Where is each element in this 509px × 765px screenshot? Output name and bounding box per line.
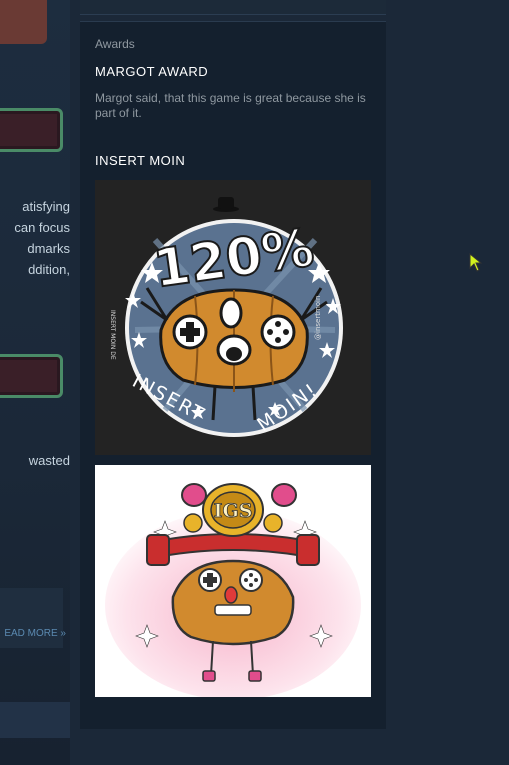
insert-moin-badge-image[interactable]: 120% INSERT MOIN! INSERT MOIN DE @insert… xyxy=(95,180,371,455)
previous-panel-bottom xyxy=(80,0,386,15)
belt-text: IGS xyxy=(214,500,253,522)
igs-champion-image[interactable]: IGS xyxy=(95,465,371,700)
next-review-panel xyxy=(0,702,70,738)
review-footer-panel xyxy=(0,588,63,648)
pixel-frame-image xyxy=(0,108,63,152)
review-line: dmarks xyxy=(27,241,70,256)
badge-side-left-text: INSERT MOIN DE xyxy=(109,310,116,360)
review-line: can focus xyxy=(14,220,70,235)
review-line: ddition, xyxy=(28,262,70,277)
read-more-link[interactable]: EAD MORE » xyxy=(0,628,66,639)
awards-panel: Awards MARGOT AWARD Margot said, that th… xyxy=(80,21,386,729)
champion-illustration: IGS xyxy=(95,465,371,700)
award-description: Margot said, that this game is great bec… xyxy=(95,91,366,120)
award-title: INSERT MOIN xyxy=(95,153,186,168)
award-title: MARGOT AWARD xyxy=(95,64,209,79)
review-line: wasted xyxy=(28,453,70,468)
badge-side-right-text: @insertmoin xyxy=(314,296,322,340)
review-media-thumbnail[interactable] xyxy=(0,0,47,44)
badge-illustration: 120% INSERT MOIN! INSERT MOIN DE @insert… xyxy=(95,180,371,455)
left-review-column: atisfying can focus dmarks ddition, wast… xyxy=(0,0,70,765)
review-text-snippet: atisfying can focus dmarks ddition, xyxy=(0,196,70,280)
pixel-frame-image xyxy=(0,354,63,398)
mouse-cursor-icon xyxy=(469,252,483,278)
awards-section-label: Awards xyxy=(95,37,135,51)
review-text-snippet: wasted xyxy=(0,450,70,471)
review-line: atisfying xyxy=(22,199,70,214)
